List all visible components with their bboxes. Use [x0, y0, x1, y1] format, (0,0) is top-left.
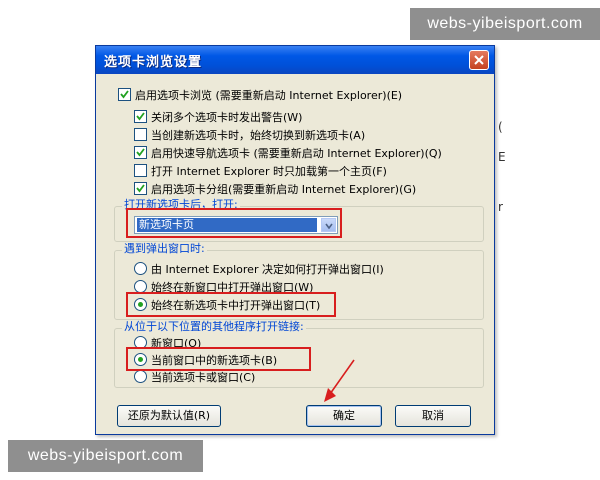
warn-close-multiple-tabs-checkbox[interactable]: 关闭多个选项卡时发出警告(W): [134, 110, 302, 126]
links-group-label: 从位于以下位置的其他程序打开链接:: [122, 320, 306, 334]
cancel-button[interactable]: 取消: [395, 405, 471, 427]
red-arrow-icon: [324, 359, 355, 402]
background-glyph: r: [498, 200, 503, 214]
restore-defaults-button[interactable]: 还原为默认值(R): [117, 405, 221, 427]
highlight-box-select: [126, 208, 342, 238]
title-bar[interactable]: 选项卡浏览设置: [96, 46, 494, 74]
enable-tabbed-browsing-checkbox[interactable]: 启用选项卡浏览 (需要重新启动 Internet Explorer)(E): [118, 88, 402, 104]
checkbox-key: (W): [283, 111, 303, 124]
checkbox-key: (Q): [424, 147, 442, 160]
checkbox-label: 启用选项卡浏览 (需要重新启动 Internet Explorer): [135, 89, 387, 102]
watermark-top: webs-yibeisport.com: [410, 8, 600, 40]
checkbox-key: (G): [399, 183, 417, 196]
checkbox-label: 打开 Internet Explorer 时只加载第一个主页: [151, 165, 372, 178]
ok-button[interactable]: 确定: [306, 405, 382, 427]
dialog-title: 选项卡浏览设置: [104, 55, 203, 70]
close-icon: [474, 55, 484, 65]
checkbox-box: [134, 164, 147, 177]
switch-to-new-tab-checkbox[interactable]: 当创建新选项卡时，始终切换到新选项卡(A): [134, 128, 365, 144]
popup-group-label: 遇到弹出窗口时:: [122, 242, 207, 256]
highlight-box-links: [126, 347, 311, 371]
links-current-tab-radio[interactable]: 当前选项卡或窗口(C): [134, 370, 255, 386]
radio-label: 由 Internet Explorer 决定如何打开弹出窗口: [151, 263, 372, 276]
check-icon: [136, 112, 145, 121]
checkbox-label: 启用选项卡分组(需要重新启动 Internet Explorer): [151, 183, 400, 196]
background-glyph: (: [498, 120, 503, 134]
background-glyph: E: [498, 150, 506, 164]
radio-circle: [134, 370, 147, 383]
check-icon: [136, 148, 145, 157]
radio-label: 当前选项卡或窗口: [151, 371, 239, 384]
checkbox-key: (F): [371, 165, 387, 178]
watermark-bottom: webs-yibeisport.com: [8, 440, 203, 472]
checkbox-label: 当创建新选项卡时，始终切换到新选项卡: [151, 129, 349, 142]
checkbox-box: [118, 88, 131, 101]
popup-ie-decides-radio[interactable]: 由 Internet Explorer 决定如何打开弹出窗口(I): [134, 262, 384, 278]
checkbox-label: 启用快速导航选项卡 (需要重新启动 Internet Explorer): [151, 147, 425, 160]
checkbox-box: [134, 128, 147, 141]
checkbox-key: (E): [386, 89, 403, 102]
checkbox-key: (A): [349, 129, 366, 142]
radio-circle: [134, 262, 147, 275]
tab-groups-checkbox[interactable]: 启用选项卡分组(需要重新启动 Internet Explorer)(G): [134, 182, 416, 198]
checkbox-box: [134, 110, 147, 123]
background-window-edge: [494, 98, 565, 338]
load-first-home-page-checkbox[interactable]: 打开 Internet Explorer 时只加载第一个主页(F): [134, 164, 387, 180]
close-button[interactable]: [469, 50, 489, 70]
checkbox-label: 关闭多个选项卡时发出警告: [151, 111, 283, 124]
checkbox-box: [134, 182, 147, 195]
quick-tabs-checkbox[interactable]: 启用快速导航选项卡 (需要重新启动 Internet Explorer)(Q): [134, 146, 442, 162]
check-icon: [136, 184, 145, 193]
highlight-box-popup: [126, 292, 336, 317]
radio-key: (C): [239, 371, 256, 384]
checkbox-box: [134, 146, 147, 159]
radio-key: (I): [371, 263, 384, 276]
check-icon: [120, 90, 129, 99]
